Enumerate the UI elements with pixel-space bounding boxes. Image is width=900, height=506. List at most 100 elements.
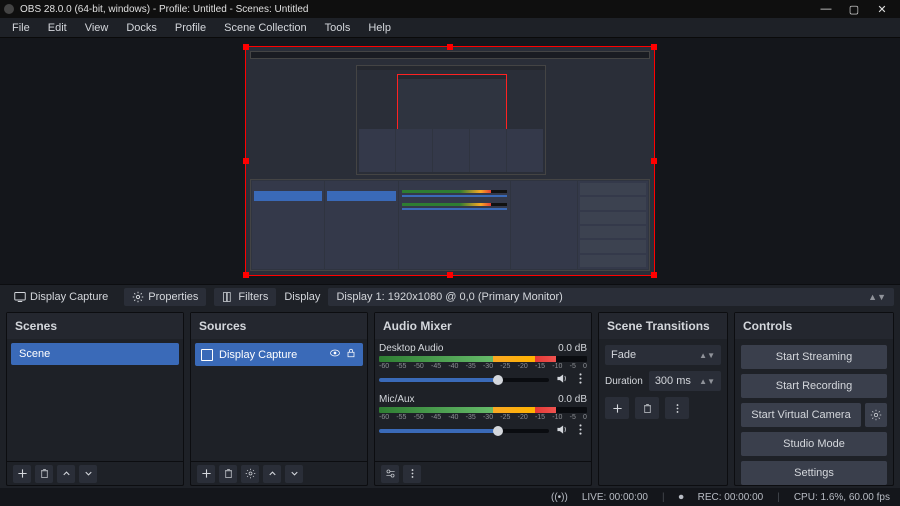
transition-select[interactable]: Fade ▲▼	[605, 345, 721, 365]
resize-handle[interactable]	[651, 158, 657, 164]
duration-label: Duration	[605, 376, 643, 387]
separator: |	[662, 492, 665, 503]
source-properties-button[interactable]	[241, 465, 259, 483]
remove-transition-button[interactable]	[635, 397, 659, 419]
resize-handle[interactable]	[651, 272, 657, 278]
start-streaming-button[interactable]: Start Streaming	[741, 345, 887, 369]
network-icon: ((•))	[551, 492, 568, 503]
display-label: Display	[284, 291, 320, 303]
menu-edit[interactable]: Edit	[40, 20, 75, 36]
window-title: OBS 28.0.0 (64-bit, windows) - Profile: …	[20, 4, 812, 15]
remove-source-button[interactable]	[219, 465, 237, 483]
mixer-title: Audio Mixer	[375, 313, 591, 339]
source-bounding-box[interactable]	[245, 46, 655, 276]
status-live: LIVE: 00:00:00	[582, 492, 648, 503]
display-select[interactable]: Display 1: 1920x1080 @ 0,0 (Primary Moni…	[328, 288, 894, 306]
add-transition-button[interactable]	[605, 397, 629, 419]
volume-slider[interactable]	[379, 378, 549, 382]
scene-down-button[interactable]	[79, 465, 97, 483]
meter-ticks: -60-55-50-45-40-35-30-25-20-15-10-50	[379, 363, 587, 370]
channel-level: 0.0 dB	[558, 394, 587, 405]
controls-title: Controls	[735, 313, 893, 339]
sources-dock: Sources Display Capture	[190, 312, 368, 486]
status-rec: REC: 00:00:00	[698, 492, 764, 503]
preview-canvas[interactable]	[0, 38, 900, 284]
resize-handle[interactable]	[243, 272, 249, 278]
duration-value: 300 ms	[655, 375, 691, 387]
selected-source-label: Display Capture	[6, 288, 116, 306]
spinner-icon: ▲▼	[868, 292, 886, 302]
lock-icon[interactable]	[345, 347, 357, 362]
menu-profile[interactable]: Profile	[167, 20, 214, 36]
menu-tools[interactable]: Tools	[317, 20, 359, 36]
remove-scene-button[interactable]	[35, 465, 53, 483]
titlebar: OBS 28.0.0 (64-bit, windows) - Profile: …	[0, 0, 900, 18]
sources-title: Sources	[191, 313, 367, 339]
filters-button[interactable]: Filters	[214, 288, 276, 306]
maximize-button[interactable]: ▢	[840, 3, 868, 16]
nested-capture	[356, 65, 546, 175]
display-select-value: Display 1: 1920x1080 @ 0,0 (Primary Moni…	[336, 291, 562, 303]
minimize-button[interactable]: —	[812, 3, 840, 15]
display-icon	[201, 349, 213, 361]
speaker-icon[interactable]	[555, 372, 568, 388]
nested-titlebar	[250, 51, 650, 59]
transition-value: Fade	[611, 349, 636, 361]
filters-icon	[222, 291, 234, 303]
scene-up-button[interactable]	[57, 465, 75, 483]
advanced-audio-button[interactable]	[381, 465, 399, 483]
channel-menu-button[interactable]	[574, 423, 587, 439]
display-icon	[14, 291, 26, 303]
nested-capture-inner	[397, 74, 507, 134]
start-virtual-camera-button[interactable]: Start Virtual Camera	[741, 403, 861, 427]
volume-slider[interactable]	[379, 429, 549, 433]
gear-icon	[132, 291, 144, 303]
visibility-icon[interactable]	[329, 347, 341, 362]
add-scene-button[interactable]	[13, 465, 31, 483]
resize-handle[interactable]	[243, 44, 249, 50]
source-item[interactable]: Display Capture	[195, 343, 363, 366]
channel-menu-button[interactable]	[574, 372, 587, 388]
scene-item[interactable]: Scene	[11, 343, 179, 365]
menu-view[interactable]: View	[77, 20, 117, 36]
audio-mixer-dock: Audio Mixer Desktop Audio0.0 dB -60-55-5…	[374, 312, 592, 486]
source-item-label: Display Capture	[219, 349, 297, 361]
mixer-channel: Mic/Aux0.0 dB -60-55-50-45-40-35-30-25-2…	[379, 394, 587, 439]
settings-button[interactable]: Settings	[741, 461, 887, 485]
mixer-channel: Desktop Audio0.0 dB -60-55-50-45-40-35-3…	[379, 343, 587, 388]
start-recording-button[interactable]: Start Recording	[741, 374, 887, 398]
transition-properties-button[interactable]	[665, 397, 689, 419]
mixer-menu-button[interactable]	[403, 465, 421, 483]
transitions-dock: Scene Transitions Fade ▲▼ Duration 300 m…	[598, 312, 728, 486]
menu-help[interactable]: Help	[360, 20, 399, 36]
source-context-bar: Display Capture Properties Filters Displ…	[0, 284, 900, 308]
resize-handle[interactable]	[651, 44, 657, 50]
close-button[interactable]: ✕	[868, 3, 896, 16]
spinner-icon: ▲▼	[699, 351, 715, 360]
statusbar: ((•)) LIVE: 00:00:00 | ⏺ REC: 00:00:00 |…	[0, 488, 900, 506]
spinner-icon: ▲▼	[699, 377, 715, 386]
properties-button[interactable]: Properties	[124, 288, 206, 306]
resize-handle[interactable]	[243, 158, 249, 164]
record-icon: ⏺	[679, 492, 684, 503]
duration-input[interactable]: 300 ms ▲▼	[649, 371, 721, 391]
resize-handle[interactable]	[447, 272, 453, 278]
menu-docks[interactable]: Docks	[118, 20, 165, 36]
add-source-button[interactable]	[197, 465, 215, 483]
menubar: File Edit View Docks Profile Scene Colle…	[0, 18, 900, 38]
scenes-title: Scenes	[7, 313, 183, 339]
resize-handle[interactable]	[447, 44, 453, 50]
channel-name: Desktop Audio	[379, 343, 444, 354]
audio-meter	[379, 407, 587, 413]
controls-dock: Controls Start Streaming Start Recording…	[734, 312, 894, 486]
virtual-camera-config-button[interactable]	[865, 403, 887, 427]
scenes-dock: Scenes Scene	[6, 312, 184, 486]
nested-docks	[250, 179, 650, 271]
speaker-icon[interactable]	[555, 423, 568, 439]
transitions-title: Scene Transitions	[599, 313, 727, 339]
studio-mode-button[interactable]: Studio Mode	[741, 432, 887, 456]
source-up-button[interactable]	[263, 465, 281, 483]
source-down-button[interactable]	[285, 465, 303, 483]
menu-file[interactable]: File	[4, 20, 38, 36]
menu-scene-collection[interactable]: Scene Collection	[216, 20, 315, 36]
